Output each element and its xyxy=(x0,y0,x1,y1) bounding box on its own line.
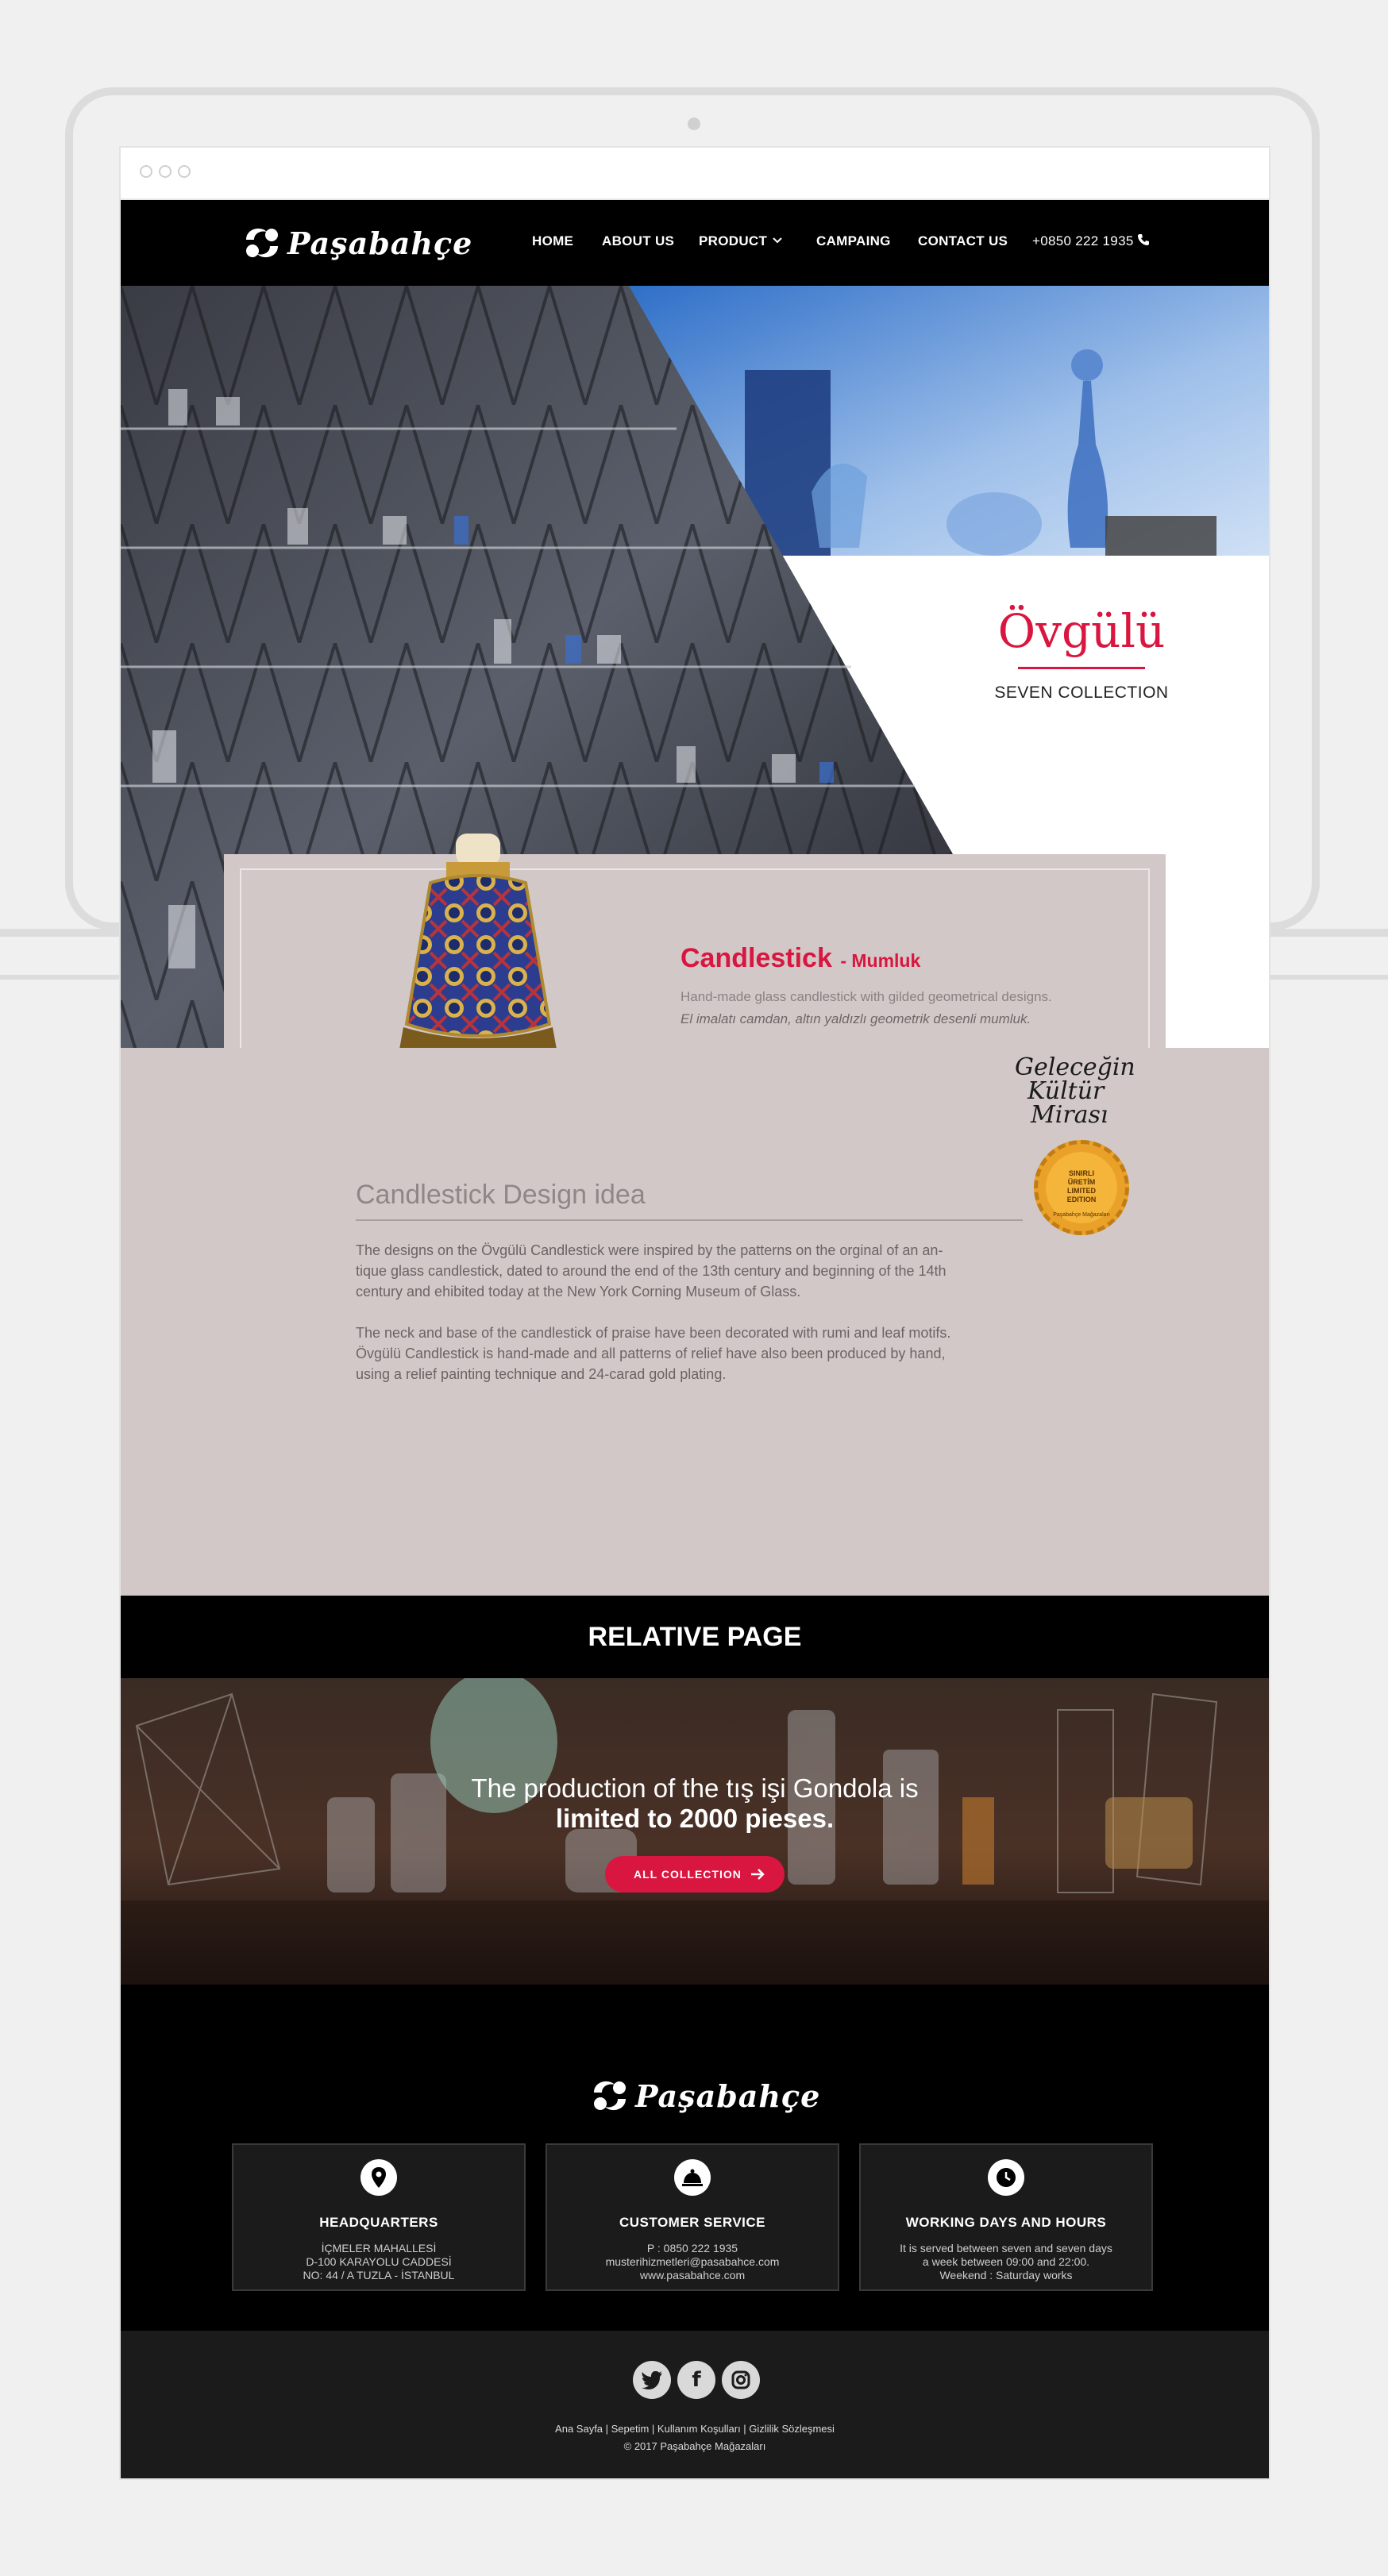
window-maximize-dot[interactable] xyxy=(178,165,191,178)
para1-line2: tique glass candlestick, dated to around… xyxy=(356,1263,947,1279)
facebook-icon[interactable]: f xyxy=(677,2361,715,2399)
nav-phone[interactable]: +0850 222 1935 xyxy=(1032,233,1134,249)
wd-line1: It is served between seven and seven day… xyxy=(900,2242,1112,2254)
wd-line2: a week between 09:00 and 22:00. xyxy=(922,2255,1090,2268)
design-divider xyxy=(356,1219,1023,1221)
collection-title: Övgülü xyxy=(997,604,1166,658)
product-desc-en: Hand-made glass candlestick with gilded … xyxy=(681,989,1052,1004)
seal-line-4: EDITION xyxy=(1066,1196,1097,1203)
design-paragraph-2: The neck and base of the candlestick of … xyxy=(356,1323,1039,1384)
script-line-3: Mirası xyxy=(1031,1101,1108,1129)
product-subtitle: - Mumluk xyxy=(840,950,921,971)
cs-email[interactable]: musterihizmetleri@pasabahce.com xyxy=(547,2255,838,2269)
all-collection-button[interactable]: ALL COLLECTION xyxy=(605,1856,785,1893)
nav-product[interactable]: PRODUCT xyxy=(699,233,767,249)
footer-wordmark: Paşabahçe xyxy=(635,2078,821,2114)
collection-subtitle: SEVEN COLLECTION xyxy=(994,683,1169,702)
brand-mark-icon xyxy=(246,228,278,258)
product-desc-tr: El imalatı camdan, altın yaldızlı geomet… xyxy=(681,1011,1031,1026)
brand-wordmark: Paşabahçe xyxy=(287,225,473,261)
script-line-2: Kültür xyxy=(1028,1077,1105,1105)
camera-dot xyxy=(688,117,700,130)
seal-line-3: LIMITED xyxy=(1067,1187,1096,1195)
seal-line-2: ÜRETİM xyxy=(1067,1178,1096,1186)
browser-window: Paşabahçe HOME ABOUT US PRODUCT CAMPAING… xyxy=(121,148,1269,2478)
nav-home[interactable]: HOME xyxy=(532,233,573,249)
hq-line1: İÇMELER MAHALLESİ xyxy=(321,2242,437,2254)
banner-line-1: The production of the tış işi Gondola is xyxy=(471,1773,919,1803)
browser-chrome xyxy=(121,148,1269,200)
window-close-dot[interactable] xyxy=(140,165,152,178)
design-heading: Candlestick Design idea xyxy=(356,1180,646,1210)
clock-icon xyxy=(988,2159,1024,2196)
all-collection-label: ALL COLLECTION xyxy=(634,1868,742,1881)
relative-page-heading: RELATIVE PAGE xyxy=(588,1622,802,1652)
arrow-right-icon xyxy=(751,1869,765,1880)
para2-line3: using a relief painting technique and 24… xyxy=(356,1366,727,1382)
footer-bottom xyxy=(121,2331,1269,2478)
para1-line3: century and ehibited today at the New Yo… xyxy=(356,1284,801,1300)
script-line-1: Geleceğin xyxy=(1015,1053,1135,1081)
twitter-icon[interactable] xyxy=(633,2361,671,2399)
nav-campaing[interactable]: CAMPAING xyxy=(816,233,891,249)
copyright: © 2017 Paşabahçe Mağazaları xyxy=(623,2440,766,2452)
para1-line1: The designs on the Övgülü Candlestick we… xyxy=(356,1242,943,1258)
service-bell-icon xyxy=(674,2159,711,2196)
collection-divider xyxy=(1018,667,1145,669)
cs-website[interactable]: www.pasabahce.com xyxy=(547,2269,838,2282)
seal-ring-text: Paşabahçe Mağazaları xyxy=(1053,1212,1110,1218)
hq-line2: D-100 KARAYOLU CADDESİ xyxy=(306,2255,452,2268)
promo-banner: The production of the tış işi Gondola is… xyxy=(121,1678,1269,1985)
brand-mark-icon xyxy=(594,2081,626,2111)
working-hours-box: WORKING DAYS AND HOURS It is served betw… xyxy=(859,2143,1153,2291)
product-heading: Candlestick - Mumluk xyxy=(681,943,920,974)
nav-contact-us[interactable]: CONTACT US xyxy=(918,233,1008,249)
relative-page-bar: RELATIVE PAGE xyxy=(121,1596,1269,1678)
instagram-icon[interactable] xyxy=(722,2361,760,2399)
hero-section: Övgülü SEVEN COLLECTION Candlestick - Mu… xyxy=(121,286,1269,1254)
design-section: Geleceğin Kültür Mirası SINIRLI ÜRETİM L… xyxy=(121,1048,1269,1596)
cs-phone[interactable]: P : 0850 222 1935 xyxy=(547,2242,838,2255)
banner-line-2: limited to 2000 pieses. xyxy=(555,1804,835,1833)
headquarters-title: HEADQUARTERS xyxy=(319,2215,438,2230)
chevron-down-icon[interactable] xyxy=(772,237,783,245)
hq-line3: NO: 44 / A TUZLA - İSTANBUL xyxy=(303,2269,455,2281)
location-pin-icon xyxy=(360,2159,397,2196)
phone-icon xyxy=(1138,234,1149,245)
customer-service-title: CUSTOMER SERVICE xyxy=(619,2215,766,2230)
wd-line3: Weekend : Saturday works xyxy=(939,2269,1073,2281)
headquarters-box: HEADQUARTERS İÇMELER MAHALLESİ D-100 KAR… xyxy=(232,2143,526,2291)
footer-links[interactable]: Ana Sayfa | Sepetim | Kullanım Koşulları… xyxy=(121,2423,1269,2435)
working-hours-title: WORKING DAYS AND HOURS xyxy=(905,2215,1107,2230)
seal-line-1: SINIRLI xyxy=(1068,1169,1094,1177)
collection-heading: Övgülü SEVEN COLLECTION xyxy=(970,603,1193,703)
limited-edition-seal: SINIRLI ÜRETİM LIMITED EDITION Paşabahçe… xyxy=(1034,1140,1129,1235)
top-navbar: Paşabahçe HOME ABOUT US PRODUCT CAMPAING… xyxy=(121,200,1269,286)
product-title: Candlestick xyxy=(681,943,832,973)
nav-about-us[interactable]: ABOUT US xyxy=(602,233,674,249)
para2-line1: The neck and base of the candlestick of … xyxy=(356,1325,951,1341)
window-minimize-dot[interactable] xyxy=(159,165,172,178)
para2-line2: Övgülü Candlestick is hand-made and all … xyxy=(356,1346,946,1361)
customer-service-box: CUSTOMER SERVICE P : 0850 222 1935 muste… xyxy=(546,2143,839,2291)
design-paragraph-1: The designs on the Övgülü Candlestick we… xyxy=(356,1240,1039,1302)
heritage-script: Geleceğin Kültür Mirası xyxy=(1015,1056,1158,1127)
